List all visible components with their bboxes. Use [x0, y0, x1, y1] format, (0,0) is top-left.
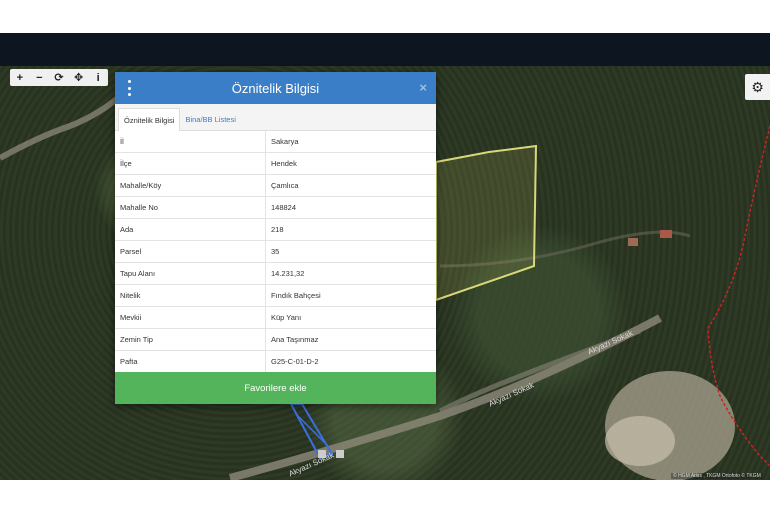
table-row: İlçe Hendek [115, 152, 436, 175]
row-value: 35 [265, 240, 436, 263]
zoom-in-icon[interactable]: + [10, 69, 30, 86]
add-favorite-button[interactable]: Favorilere ekle [115, 372, 436, 404]
info-icon[interactable]: i [88, 69, 108, 86]
row-label: Tapu Alanı [115, 262, 266, 285]
dialog-tabs: Öznitelik Bilgisi Bina/BB Listesi [115, 104, 436, 131]
table-row: Mahalle No 148824 [115, 196, 436, 219]
row-label: Pafta [115, 350, 266, 373]
row-value: Küp Yanı [265, 306, 436, 329]
row-label: Mahalle No [115, 196, 266, 219]
building-marker [336, 450, 344, 458]
table-row: Pafta G25-C-01-D-2 [115, 350, 436, 373]
house-roof [660, 230, 672, 238]
refresh-icon[interactable]: ⟳ [49, 69, 69, 86]
table-row: Ada 218 [115, 218, 436, 241]
parcel-outline[interactable] [435, 144, 538, 302]
row-value: Sakarya [265, 131, 436, 153]
tab-bina-bb-listesi[interactable]: Bina/BB Listesi [180, 108, 240, 130]
settings-button[interactable]: ⚙ [745, 74, 770, 100]
row-value: 148824 [265, 196, 436, 219]
close-icon[interactable]: × [419, 80, 427, 95]
row-value: Hendek [265, 152, 436, 175]
zoom-out-icon[interactable]: − [30, 69, 50, 86]
row-value: 14.231,32 [265, 262, 436, 285]
table-row: Nitelik Fındık Bahçesi [115, 284, 436, 307]
quarry-area [605, 416, 675, 466]
attribute-dialog: Öznitelik Bilgisi × Öznitelik Bilgisi Bi… [115, 72, 436, 404]
table-row: Mahalle/Köy Çamlıca [115, 174, 436, 197]
row-label: Mahalle/Köy [115, 174, 266, 197]
row-value: 218 [265, 218, 436, 241]
road-path [0, 93, 123, 161]
table-row: Mevkii Küp Yanı [115, 306, 436, 329]
map-attribution[interactable]: © HGM Atlas , TKGM Ortofoto © TKGM [671, 473, 763, 479]
dialog-title: Öznitelik Bilgisi [231, 80, 320, 96]
row-label: Mevkii [115, 306, 266, 329]
table-row: İl Sakarya [115, 131, 436, 153]
row-label: Nitelik [115, 284, 266, 307]
house-roof [628, 238, 638, 246]
row-label: Parsel [115, 240, 266, 263]
row-label: Zemin Tip [115, 328, 266, 351]
gear-icon: ⚙ [751, 78, 764, 95]
table-row: Tapu Alanı 14.231,32 [115, 262, 436, 285]
table-row: Zemin Tip Ana Taşınmaz [115, 328, 436, 351]
map-toolbar: + − ⟳ ✥ i [10, 69, 108, 86]
row-value: Ana Taşınmaz [265, 328, 436, 351]
table-row: Parsel 35 [115, 240, 436, 263]
kebab-menu-icon[interactable] [125, 80, 133, 96]
dialog-header: Öznitelik Bilgisi × [115, 72, 436, 104]
row-value: Çamlıca [265, 174, 436, 197]
bottom-area [0, 480, 770, 513]
top-bar [0, 33, 770, 66]
row-label: İl [115, 131, 266, 153]
row-label: Ada [115, 218, 266, 241]
locate-icon[interactable]: ✥ [69, 69, 89, 86]
attribute-table: İl Sakarya İlçe Hendek Mahalle/Köy Çamlıca … [115, 131, 436, 373]
row-value: G25-C-01-D-2 [265, 350, 436, 373]
row-value: Fındık Bahçesi [265, 284, 436, 307]
row-label: İlçe [115, 152, 266, 175]
tab-oznitelik-bilgisi[interactable]: Öznitelik Bilgisi [118, 108, 181, 131]
